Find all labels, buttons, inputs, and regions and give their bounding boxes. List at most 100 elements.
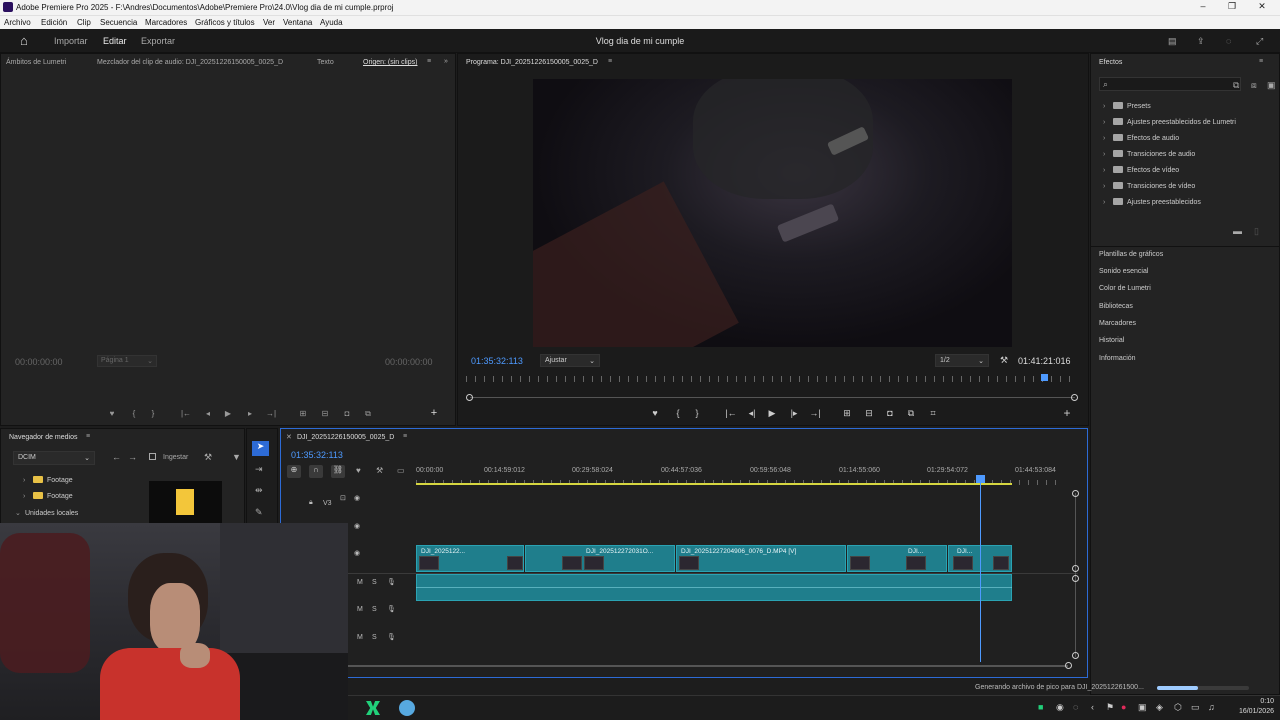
lift-icon[interactable]: ⊞ (840, 408, 854, 419)
menu-marcadores[interactable]: Marcadores (145, 18, 187, 27)
thumbnail[interactable] (149, 481, 222, 523)
tab-editar[interactable]: Editar (103, 36, 127, 46)
scroll-handle[interactable] (1072, 652, 1079, 659)
tab-source[interactable]: Origen: (sin clips) (363, 59, 417, 66)
marker-icon[interactable]: ♥ (105, 409, 119, 418)
playhead-handle[interactable] (976, 475, 985, 483)
tray-app-icon[interactable]: ◌ (1073, 702, 1078, 712)
scroll-handle[interactable] (1072, 575, 1079, 582)
solo-label[interactable]: S (372, 579, 377, 586)
eye-icon[interactable]: ◉ (354, 549, 360, 557)
progress-icon[interactable]: ◌ (1226, 36, 1231, 46)
scroll-handle[interactable] (1072, 490, 1079, 497)
camera-icon[interactable]: ◘ (340, 409, 354, 418)
effects-item[interactable]: › Ajustes preestablecidos (1103, 198, 1201, 206)
mute-label[interactable]: M (357, 634, 363, 641)
panel-menu-icon[interactable]: ≡ (608, 58, 612, 65)
panel-menu-icon[interactable]: ≡ (1259, 58, 1263, 65)
scroll-handle[interactable] (1065, 662, 1072, 669)
program-tab[interactable]: Programa: DJI_20251226150005_0025_D (466, 59, 598, 66)
extract-icon[interactable]: ⊟ (862, 408, 876, 419)
tray-app-icon[interactable]: ◈ (1156, 702, 1163, 713)
lock-icon[interactable]: 🔒︎ (309, 499, 313, 507)
tray-app-icon[interactable]: ⚑ (1106, 702, 1114, 713)
video-clip[interactable]: DJI_202512272031O... (525, 545, 675, 572)
app-icon[interactable] (399, 700, 415, 716)
mark-out-icon[interactable]: } (690, 408, 704, 418)
wrench-icon[interactable]: ⚒ (204, 452, 212, 463)
mark-out-icon[interactable]: } (146, 409, 160, 418)
zoom-handle-left[interactable] (466, 394, 473, 401)
nest-icon[interactable]: ⊕ (287, 465, 301, 478)
menu-archivo[interactable]: Archivo (4, 18, 31, 27)
video-clip[interactable]: DJI_2025122... (416, 545, 524, 572)
section-essential-sound[interactable]: Sonido esencial (1099, 268, 1148, 275)
menu-edicion[interactable]: Edición (41, 18, 67, 27)
program-playhead[interactable] (1041, 374, 1049, 381)
close-tab-icon[interactable]: ✕ (286, 433, 292, 441)
effects-item[interactable]: › Transiciones de vídeo (1103, 182, 1195, 190)
menu-ayuda[interactable]: Ayuda (320, 18, 343, 27)
mic-icon[interactable]: 🎙︎ (387, 578, 396, 586)
add-button-icon[interactable]: + (1060, 406, 1074, 420)
fit-select[interactable]: Ajustar ⌄ (540, 354, 600, 367)
program-zoom-bar[interactable] (470, 397, 1075, 398)
share-icon[interactable]: ⇪ (1197, 36, 1205, 47)
clock-time[interactable]: 0:10 (1234, 698, 1274, 705)
solo-label[interactable]: S (372, 634, 377, 641)
section-history[interactable]: Historial (1099, 337, 1124, 344)
tray-app-icon[interactable]: ▣ (1138, 702, 1147, 713)
linked-selection-icon[interactable]: ⛓ (331, 465, 345, 478)
video-clip[interactable]: DJI... (847, 545, 947, 572)
section-lumetri-color[interactable]: Color de Lumetri (1099, 285, 1151, 292)
mark-in-icon[interactable]: { (127, 409, 141, 418)
add-button-icon[interactable]: + (427, 407, 441, 419)
wrench-icon[interactable]: ⚒ (376, 466, 383, 475)
captions-icon[interactable]: ▭ (397, 466, 405, 475)
mic-icon[interactable]: 🎙︎ (387, 605, 396, 613)
proxy-icon[interactable]: ⌗ (926, 408, 940, 419)
source-timecode[interactable]: 00:00:00:00 (15, 357, 63, 367)
timeline-timecode[interactable]: 01:35:32:113 (291, 450, 343, 460)
expand-panels-icon[interactable]: » (444, 58, 448, 65)
clock-date[interactable]: 16/01/2026 (1228, 708, 1274, 715)
chevron-left-icon[interactable]: ‹ (1091, 702, 1094, 712)
mute-label[interactable]: M (357, 606, 363, 613)
menu-ventana[interactable]: Ventana (283, 18, 312, 27)
section-graphics-templates[interactable]: Plantillas de gráficos (1099, 251, 1163, 258)
add-marker-icon[interactable]: ♥ (648, 408, 662, 418)
sequence-tab[interactable]: DJI_20251226150005_0025_D (297, 434, 394, 441)
new-bin-icon[interactable]: ⧉ (1233, 80, 1239, 91)
menu-graficos[interactable]: Gráficos y títulos (195, 18, 255, 27)
step-forward-icon[interactable]: ▸ (243, 409, 257, 418)
tab-audio-clip-mixer[interactable]: Mezclador del clip de audio: DJI_2025122… (97, 59, 283, 66)
comparison-view-icon[interactable]: ⧉ (904, 408, 918, 419)
section-libraries[interactable]: Bibliotecas (1099, 303, 1133, 310)
tab-lumetri-scopes[interactable]: Ámbitos de Lumetri (6, 59, 66, 66)
solo-label[interactable]: S (372, 606, 377, 613)
selection-tool-icon[interactable]: ➤ (252, 441, 269, 456)
panel-menu-icon[interactable]: ≡ (86, 433, 90, 440)
effects-search-input[interactable]: ⌕ (1099, 77, 1241, 91)
close-icon[interactable]: ✕ (1252, 1, 1272, 14)
home-icon[interactable]: ⌂ (20, 33, 28, 48)
wrench-icon[interactable]: ⚒ (1000, 355, 1008, 366)
add-marker-icon[interactable]: ♥ (356, 466, 361, 475)
mic-icon[interactable]: 🎙︎ (387, 633, 396, 641)
page-select[interactable]: Página 1 ⌄ (97, 355, 157, 367)
tray-app-icon[interactable]: ⬡ (1174, 702, 1182, 713)
section-markers[interactable]: Marcadores (1099, 320, 1136, 327)
step-back-icon[interactable]: ◂| (745, 408, 759, 419)
export-frame-icon[interactable]: ◘ (883, 408, 897, 418)
effects-item[interactable]: › Ajustes preestablecidos de Lumetri (1103, 118, 1236, 126)
track-select-icon[interactable]: ⇥ (255, 464, 263, 475)
trash-icon[interactable]: ▯ (1254, 226, 1259, 237)
tray-app-icon[interactable]: ■ (1038, 702, 1043, 712)
panel-menu-icon[interactable]: ≡ (403, 433, 407, 440)
overwrite-icon[interactable]: ⊟ (318, 409, 332, 418)
back-arrow-icon[interactable]: ← (112, 452, 121, 462)
scroll-handle[interactable] (1072, 565, 1079, 572)
eye-icon[interactable]: ◉ (354, 522, 360, 530)
workspaces-icon[interactable]: ▤ (1168, 36, 1177, 47)
horizontal-scrollbar[interactable] (348, 665, 1068, 667)
